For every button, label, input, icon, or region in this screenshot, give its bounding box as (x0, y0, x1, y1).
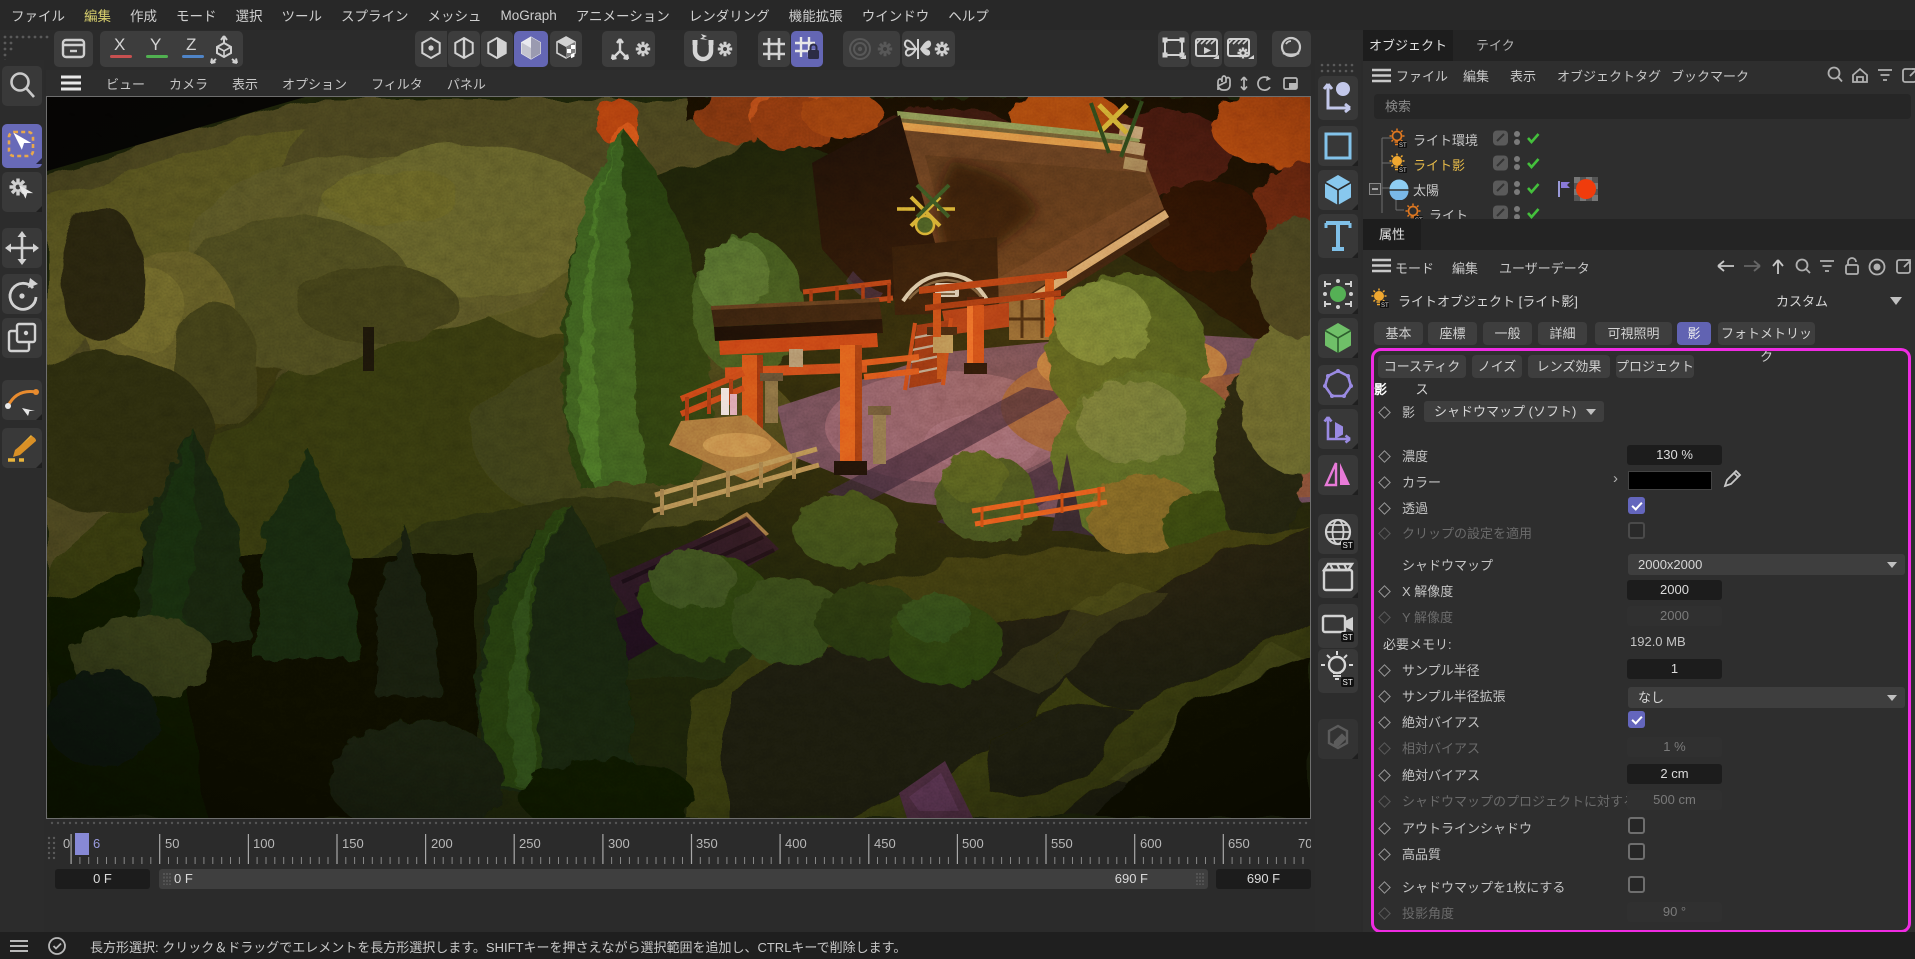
svg-text:200: 200 (431, 836, 453, 851)
svg-text:70: 70 (1298, 836, 1311, 851)
svg-text:550: 550 (1051, 836, 1073, 851)
svg-text:100: 100 (253, 836, 275, 851)
svg-text:ST: ST (1343, 633, 1353, 642)
svg-text:300: 300 (608, 836, 630, 851)
svg-text:250: 250 (519, 836, 541, 851)
svg-text:ST: ST (1343, 541, 1353, 550)
svg-text:600: 600 (1140, 836, 1162, 851)
svg-text:500: 500 (962, 836, 984, 851)
svg-text:ST: ST (1381, 303, 1389, 309)
svg-text:450: 450 (874, 836, 896, 851)
svg-text:6: 6 (93, 836, 100, 851)
svg-text:150: 150 (342, 836, 364, 851)
svg-text:ST: ST (1399, 168, 1407, 174)
svg-text:0: 0 (63, 836, 70, 851)
svg-text:400: 400 (785, 836, 807, 851)
svg-text:650: 650 (1228, 836, 1250, 851)
svg-text:350: 350 (696, 836, 718, 851)
svg-text:50: 50 (165, 836, 179, 851)
svg-text:ST: ST (1399, 143, 1407, 149)
svg-text:ST: ST (1343, 678, 1353, 687)
